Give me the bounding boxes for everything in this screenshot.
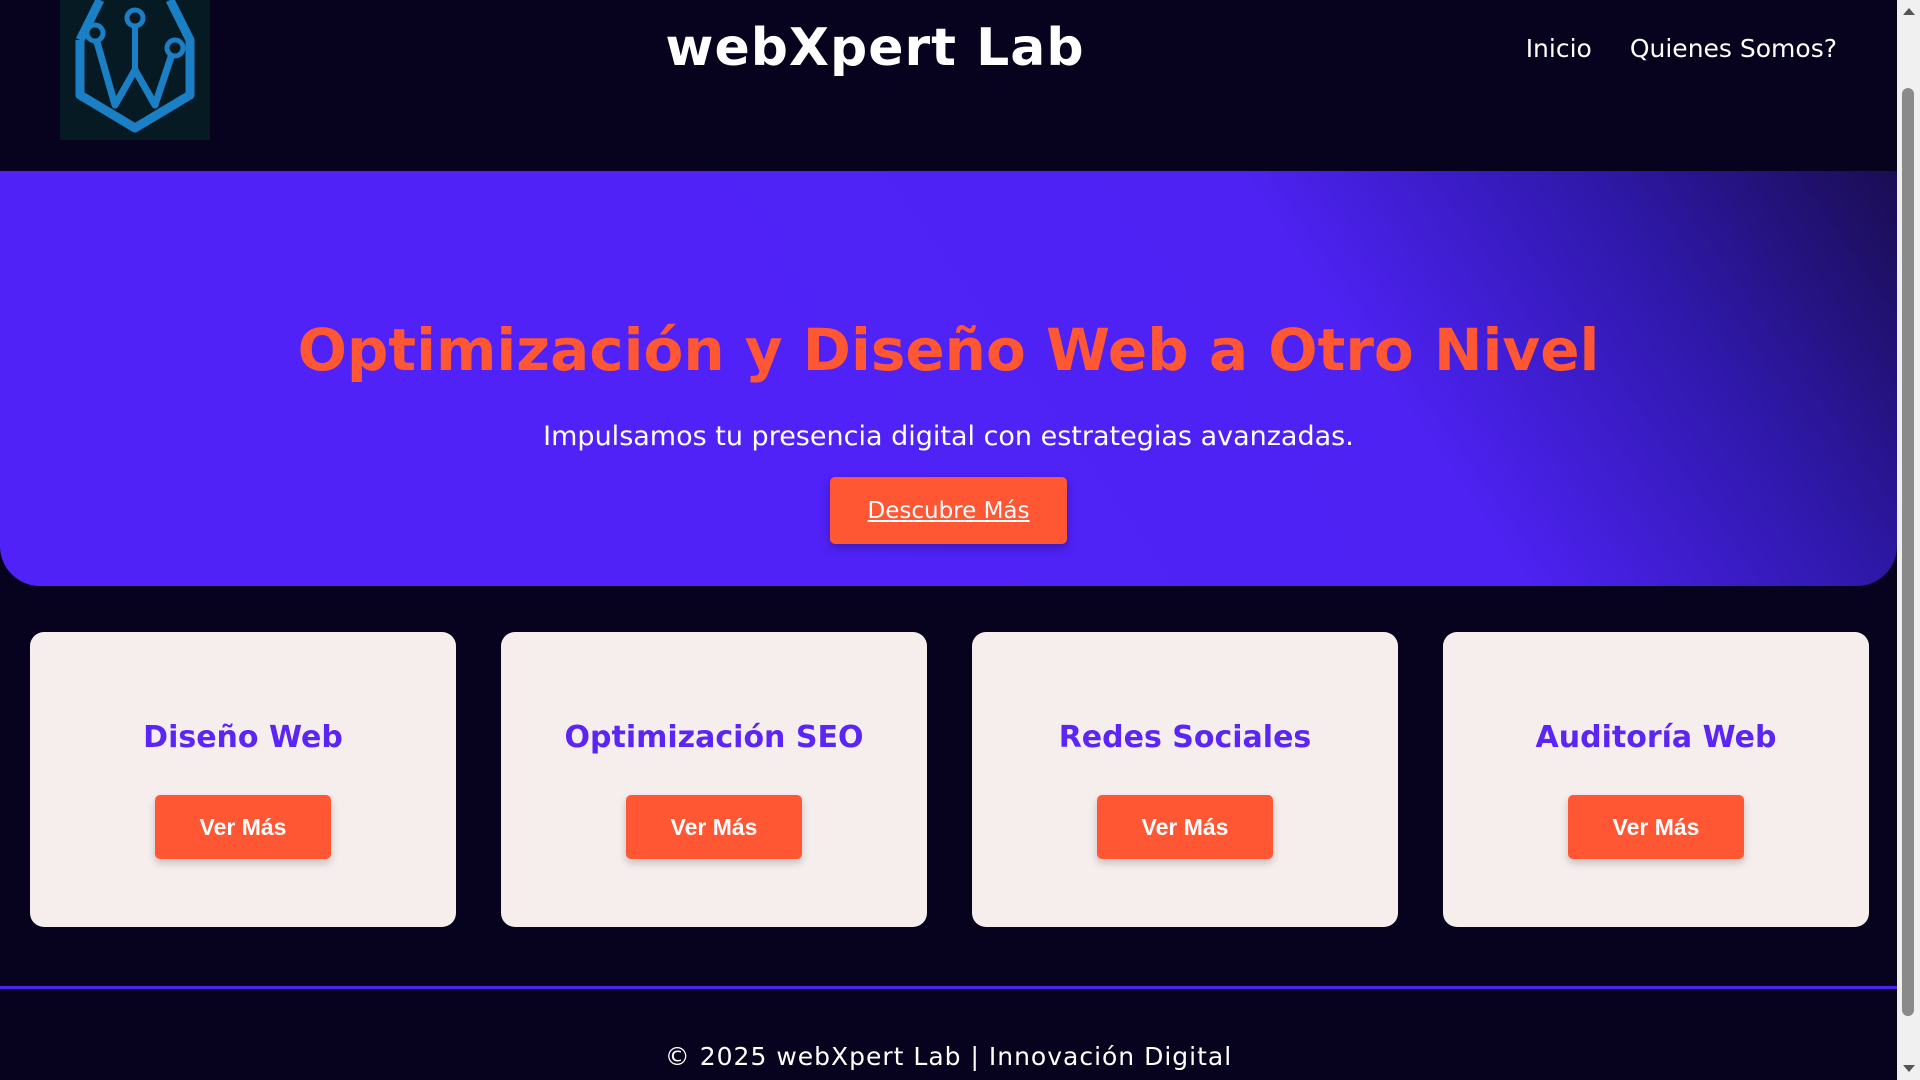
nav-link-inicio[interactable]: Inicio [1526, 34, 1592, 63]
service-card-redes-sociales: Redes Sociales Ver Más [972, 632, 1398, 927]
service-card-diseno-web: Diseño Web Ver Más [30, 632, 456, 927]
footer-divider [0, 986, 1897, 989]
nav-link-quienes-somos[interactable]: Quienes Somos? [1630, 34, 1837, 63]
site-title: webXpert Lab [665, 18, 1085, 78]
logo[interactable] [60, 0, 210, 140]
ver-mas-button[interactable]: Ver Más [155, 795, 331, 859]
footer-copyright: © 2025 webXpert Lab | Innovación Digital [664, 1042, 1233, 1071]
vertical-scrollbar[interactable] [1897, 0, 1920, 1080]
service-card-optimizacion-seo: Optimización SEO Ver Más [501, 632, 927, 927]
card-title: Redes Sociales [1058, 720, 1312, 755]
service-card-auditoria-web: Auditoría Web Ver Más [1443, 632, 1869, 927]
ver-mas-button[interactable]: Ver Más [1568, 795, 1744, 859]
descubre-mas-button[interactable]: Descubre Más [830, 477, 1067, 544]
hero-subtitle: Impulsamos tu presencia digital con estr… [543, 421, 1354, 452]
page: webXpert Lab Inicio Quienes Somos? Optim… [0, 0, 1920, 1080]
scroll-up-icon[interactable] [1903, 8, 1915, 15]
hero-section: Optimización y Diseño Web a Otro Nivel I… [0, 171, 1897, 586]
scroll-down-icon[interactable] [1903, 1065, 1915, 1072]
card-title: Optimización SEO [564, 720, 864, 755]
card-title: Diseño Web [143, 720, 343, 755]
main-nav: Inicio Quienes Somos? [1526, 34, 1837, 63]
scrollbar-thumb[interactable] [1902, 88, 1914, 1016]
ver-mas-button[interactable]: Ver Más [1097, 795, 1273, 859]
circuit-crown-hexagon-icon [75, 0, 195, 133]
site-header: webXpert Lab Inicio Quienes Somos? [0, 0, 1897, 170]
hero-title: Optimización y Diseño Web a Otro Nivel [297, 316, 1600, 384]
card-title: Auditoría Web [1535, 720, 1777, 755]
ver-mas-button[interactable]: Ver Más [626, 795, 802, 859]
